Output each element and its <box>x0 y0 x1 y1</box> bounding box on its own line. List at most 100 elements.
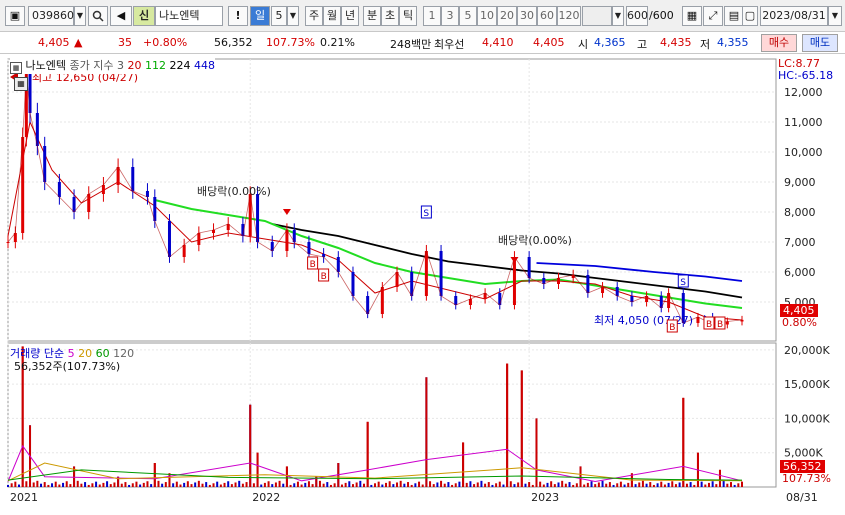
volume-bar <box>172 483 175 487</box>
date-input[interactable]: 2023/08/31 <box>760 6 828 26</box>
volume-bar <box>300 484 303 487</box>
volume-bar <box>399 480 402 487</box>
volume-bar <box>619 481 622 487</box>
volume-bar <box>663 484 666 487</box>
quote-bar: 4,405 ▲ 35 +0.80% 56,352 107.73% 0.21% 2… <box>0 32 845 54</box>
interval-60-button[interactable]: 60 <box>537 6 557 26</box>
stock-name-field[interactable]: 나노엔텍 <box>155 6 223 26</box>
interval-30-button[interactable]: 30 <box>517 6 537 26</box>
period-weekly-button[interactable]: 주 <box>305 6 323 26</box>
interval-20-button[interactable]: 20 <box>497 6 517 26</box>
interval-10-button[interactable]: 10 <box>477 6 497 26</box>
volume-bar <box>282 483 285 487</box>
volume-bar <box>685 483 688 487</box>
x-axis-label: 08/31 <box>786 491 818 504</box>
chart-settings-icon[interactable]: ▦ <box>682 6 702 26</box>
buy-signal-label: B <box>669 323 675 333</box>
volume-spike <box>520 370 523 487</box>
candle-body <box>615 287 619 296</box>
volume-bar <box>454 483 457 487</box>
volume-bar <box>539 481 542 487</box>
volume-bar <box>436 482 439 487</box>
buy-button[interactable]: 매수 <box>761 34 797 52</box>
candle-body <box>285 230 289 251</box>
volume-bar <box>645 483 648 487</box>
period-number-field[interactable]: 5 <box>271 6 287 26</box>
sell-button[interactable]: 매도 <box>802 34 838 52</box>
volume-current-text: 56,352주(107.73%) <box>14 360 121 373</box>
volume-bar <box>741 481 743 487</box>
volume-bar <box>586 482 589 487</box>
volume-bar <box>440 480 443 487</box>
save-icon[interactable]: ▤ <box>724 6 744 26</box>
new-listing-badge: 신 <box>133 6 155 26</box>
grid-toggle-icon[interactable]: ▦ <box>10 62 22 74</box>
volume-bar <box>377 481 380 487</box>
volume-bar <box>223 482 226 487</box>
dividend-label-1: 배당락(0.00%) <box>197 185 271 198</box>
interval-120-button[interactable]: 120 <box>557 6 581 26</box>
date-dropdown-icon[interactable]: ▼ <box>828 6 842 26</box>
calendar-icon[interactable]: ▢ <box>742 6 758 26</box>
volume-bar <box>260 484 263 487</box>
interval-dropdown-icon[interactable]: ▼ <box>612 6 624 26</box>
code-dropdown-icon[interactable]: ▼ <box>74 6 86 26</box>
period-daily-button[interactable]: 일 <box>250 6 270 26</box>
period-second-button[interactable]: 초 <box>381 6 399 26</box>
price-change-pct: +0.80% <box>143 36 188 49</box>
volume-bar <box>271 484 274 487</box>
volume-bar <box>95 481 98 487</box>
volume-bar <box>495 483 498 487</box>
ma448-legend: 448 <box>193 59 215 72</box>
speaker-icon[interactable]: ◀︎ <box>110 6 132 26</box>
sell-signal-label: S <box>423 209 429 219</box>
data-count-total: /600 <box>649 9 674 22</box>
chart-area[interactable]: 12,000 11,000 10,000 9,000 8,000 7,000 6,000 5,… <box>0 55 845 512</box>
zoom-icon[interactable]: ⤢ <box>703 6 723 26</box>
candle-body <box>131 167 135 191</box>
period-monthly-button[interactable]: 월 <box>323 6 341 26</box>
chart-canvas[interactable]: 12,000 11,000 10,000 9,000 8,000 7,000 6,000 5,… <box>0 55 845 512</box>
volume-bar <box>572 484 575 487</box>
volume-bar <box>403 483 406 487</box>
candle-body <box>336 257 340 272</box>
volume-bar <box>392 484 395 487</box>
volume-bar <box>186 481 189 487</box>
stock-code-input[interactable]: 039860 <box>28 6 74 26</box>
window-icon[interactable]: ▣ <box>5 6 25 26</box>
interval-5-button[interactable]: 5 <box>459 6 477 26</box>
search-icon[interactable] <box>88 6 108 26</box>
interval-1-button[interactable]: 1 <box>423 6 441 26</box>
interval-3-button[interactable]: 3 <box>441 6 459 26</box>
volume-bar <box>351 484 354 487</box>
period-minute-button[interactable]: 분 <box>363 6 381 26</box>
best-bid-price: 4,405 <box>533 36 565 49</box>
volume-bar <box>307 481 310 487</box>
volume-bar <box>318 480 321 487</box>
up-arrow-icon: ▲ <box>74 36 83 49</box>
volume-value: 56,352 <box>214 36 253 49</box>
period-dropdown-icon[interactable]: ▼ <box>287 6 299 26</box>
volume-bar <box>575 483 578 487</box>
chart-menu-icon[interactable]: ▦ <box>14 77 28 91</box>
volume-bar <box>135 481 138 487</box>
period-tick-button[interactable]: 틱 <box>399 6 417 26</box>
interval-select[interactable] <box>582 6 612 26</box>
volume-spike <box>366 421 369 487</box>
volume-bar <box>98 484 101 487</box>
volume-spike <box>256 452 259 487</box>
volume-bar <box>421 484 424 487</box>
volume-bar <box>359 480 362 487</box>
data-count-input[interactable]: 600 <box>626 6 648 26</box>
volume-bar <box>458 481 461 487</box>
best-ask-label: 최우선 <box>434 38 465 51</box>
volume-bar <box>649 482 652 487</box>
volume-bar <box>216 481 219 487</box>
volume-bar <box>627 482 630 487</box>
alert-icon[interactable]: ! <box>228 6 248 26</box>
period-yearly-button[interactable]: 년 <box>341 6 359 26</box>
price-y-tick: 8,000 <box>784 206 816 219</box>
volume-bar <box>36 480 39 487</box>
candle-body <box>167 221 171 257</box>
price-legend[interactable]: ▦ 나노엔텍 종가 지수 3 20 112 224 448 <box>10 57 215 74</box>
